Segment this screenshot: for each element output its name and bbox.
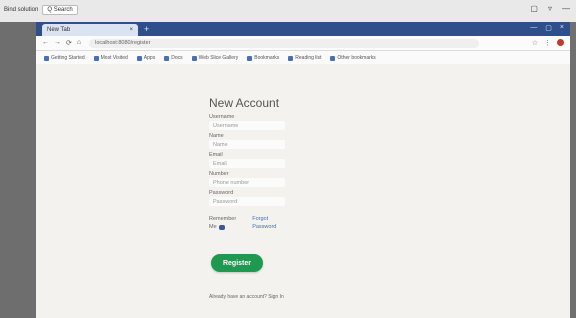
- browser-window-controls: — ▢ ×: [530, 24, 564, 32]
- bookmark-item[interactable]: Apps: [136, 55, 155, 61]
- close-icon[interactable]: ×: [560, 24, 564, 32]
- new-tab-icon[interactable]: +: [144, 24, 149, 34]
- bookmark-item[interactable]: Getting Started: [44, 55, 85, 61]
- bookmark-item[interactable]: Most Visited: [93, 55, 128, 61]
- menu-icon[interactable]: ⋮: [544, 39, 551, 47]
- bookmark-icon: [330, 55, 336, 61]
- os-app-label[interactable]: Bind solution: [4, 7, 38, 13]
- toolbar-right: ☆ ⋮: [532, 39, 564, 47]
- bookmark-icon: [288, 55, 294, 61]
- home-icon[interactable]: ⌂: [77, 39, 81, 47]
- bookmark-icon: [44, 55, 49, 61]
- browser-window: New Tab × + — ▢ × ← → ⟳ ⌂ localhost:8080…: [36, 22, 570, 318]
- tab-title: New Tab: [47, 27, 71, 33]
- os-taskbar: Bind solution Q Search ▢ ▿ —: [0, 0, 576, 23]
- os-search-chip[interactable]: Q Search: [42, 5, 78, 15]
- os-window-controls: ▢ ▿ —: [530, 4, 570, 13]
- tab-close-icon[interactable]: ×: [129, 27, 133, 33]
- register-button[interactable]: Register: [211, 254, 263, 272]
- maximize-icon[interactable]: ▢: [545, 24, 552, 32]
- nav-buttons: ← → ⟳ ⌂: [42, 39, 81, 47]
- os-dropdown-icon[interactable]: ▿: [548, 4, 552, 13]
- bookmark-item[interactable]: Reading list: [288, 55, 321, 61]
- os-restore-icon[interactable]: ▢: [530, 4, 538, 13]
- bookmark-item[interactable]: Docs: [164, 55, 183, 61]
- reload-icon[interactable]: ⟳: [66, 39, 72, 47]
- browser-tab[interactable]: New Tab ×: [42, 24, 138, 36]
- tab-strip: New Tab × + — ▢ ×: [36, 22, 570, 36]
- left-sidebar-strip: [0, 22, 36, 318]
- back-icon[interactable]: ←: [42, 39, 49, 47]
- minimize-icon[interactable]: —: [530, 24, 537, 32]
- address-bar[interactable]: localhost:8080/register: [89, 38, 480, 48]
- right-edge-strip: [570, 22, 576, 318]
- navigation-bar: ← → ⟳ ⌂ localhost:8080/register ☆ ⋮: [36, 36, 570, 51]
- os-left-group: Bind solution Q Search: [4, 5, 78, 15]
- os-minimize-icon[interactable]: —: [562, 4, 570, 13]
- bookmark-icon: [93, 55, 99, 61]
- bookmark-star-icon[interactable]: ☆: [532, 39, 538, 47]
- forward-icon[interactable]: →: [54, 39, 61, 47]
- page-content: New Account Username Username Name Name …: [36, 64, 570, 318]
- bookmark-icon: [191, 55, 197, 61]
- bookmark-item[interactable]: Bookmarks: [247, 55, 279, 61]
- profile-avatar[interactable]: [557, 39, 564, 46]
- bookmark-item[interactable]: Other bookmarks: [330, 55, 376, 61]
- bookmark-icon: [247, 55, 253, 61]
- bookmark-icon: [136, 55, 142, 61]
- bookmark-icon: [164, 55, 170, 61]
- sign-in-link[interactable]: Already have an account? Sign In: [209, 294, 284, 300]
- bookmark-item[interactable]: Web Slice Gallery: [191, 55, 238, 61]
